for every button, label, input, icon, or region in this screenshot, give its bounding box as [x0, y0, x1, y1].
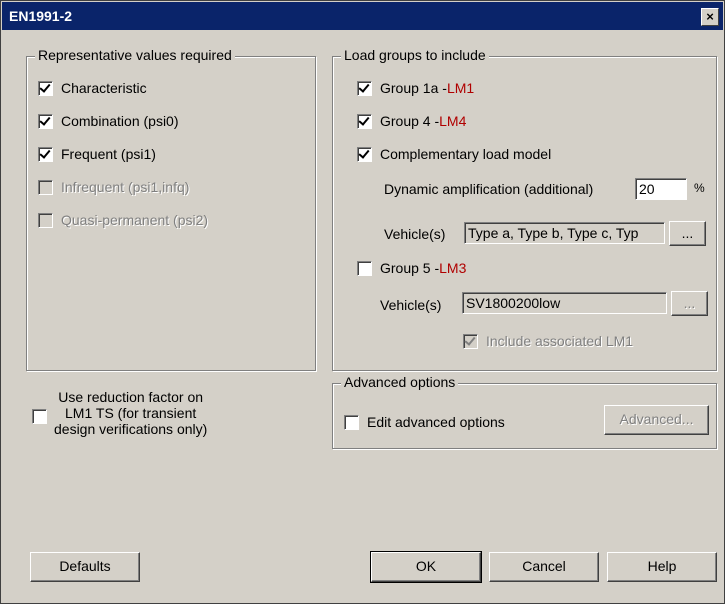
complementary-checkbox[interactable]: Complementary load model [357, 146, 551, 162]
reduction-factor-line1: Use reduction factor on [58, 389, 204, 405]
infrequent-label: Infrequent (psi1,infq) [61, 179, 190, 195]
reduction-factor-checkbox[interactable] [32, 409, 55, 424]
group-4-checkbox[interactable]: Group 4 - LM4 [357, 113, 466, 129]
vehicles-browse-button-group4[interactable]: ... [669, 221, 706, 246]
include-lm1-label: Include associated LM1 [486, 333, 634, 349]
group-5-model: LM3 [439, 260, 467, 276]
group-1a-prefix: Group 1a - [380, 80, 447, 96]
checkbox-checked-icon[interactable] [357, 113, 372, 129]
vehicles-label-group5: Vehicle(s) [380, 297, 442, 313]
quasi-permanent-label: Quasi-permanent (psi2) [61, 212, 209, 228]
combination-checkbox[interactable]: Combination (psi0) [38, 113, 179, 129]
combination-label: Combination (psi0) [61, 113, 179, 129]
frequent-label: Frequent (psi1) [61, 146, 156, 162]
vehicles-field-group5[interactable]: SV1800200low [462, 292, 667, 314]
advanced-options-legend: Advanced options [341, 374, 459, 390]
checkbox-checked-disabled-icon [463, 333, 478, 349]
checkbox-disabled-icon [38, 212, 53, 228]
checkbox-unchecked-icon[interactable] [344, 414, 359, 430]
dialog-window: EN1991-2 × Representative values require… [0, 0, 725, 604]
group-5-checkbox[interactable]: Group 5 - LM3 [357, 260, 466, 276]
edit-advanced-label: Edit advanced options [367, 414, 505, 430]
close-button[interactable]: × [701, 8, 719, 26]
include-lm1-checkbox: Include associated LM1 [463, 333, 633, 349]
advanced-button[interactable]: Advanced... [604, 405, 709, 435]
checkbox-checked-icon[interactable] [38, 113, 53, 129]
representative-values-legend: Representative values required [35, 47, 235, 63]
cancel-button[interactable]: Cancel [489, 552, 599, 582]
vehicles-field-group4[interactable]: Type a, Type b, Type c, Typ [464, 222, 665, 244]
group-1a-checkbox[interactable]: Group 1a - LM1 [357, 80, 474, 96]
ok-button[interactable]: OK [370, 551, 482, 583]
checkbox-checked-icon[interactable] [357, 80, 372, 96]
dynamic-amplification-label: Dynamic amplification (additional) [384, 181, 594, 197]
vehicles-browse-button-group5[interactable]: ... [671, 291, 708, 316]
checkbox-checked-icon[interactable] [357, 146, 372, 162]
dynamic-amplification-input[interactable]: 20 [635, 178, 687, 200]
title-bar[interactable]: EN1991-2 × [2, 2, 723, 30]
group-4-model: LM4 [439, 113, 467, 129]
reduction-factor-line2: LM1 TS (for transient [65, 405, 197, 421]
group-1a-model: LM1 [446, 80, 475, 96]
frequent-checkbox[interactable]: Frequent (psi1) [38, 146, 156, 162]
vehicles-label-group4: Vehicle(s) [384, 226, 446, 242]
group-4-prefix: Group 4 - [380, 113, 440, 129]
checkbox-unchecked-icon[interactable] [32, 409, 47, 424]
complementary-label: Complementary load model [380, 146, 552, 162]
quasi-permanent-checkbox: Quasi-permanent (psi2) [38, 212, 208, 228]
load-groups-legend: Load groups to include [341, 47, 489, 63]
edit-advanced-checkbox[interactable]: Edit advanced options [344, 414, 505, 430]
help-button[interactable]: Help [607, 552, 717, 582]
characteristic-checkbox[interactable]: Characteristic [38, 80, 147, 96]
infrequent-checkbox: Infrequent (psi1,infq) [38, 179, 189, 195]
defaults-button[interactable]: Defaults [30, 552, 140, 582]
group-5-prefix: Group 5 - [380, 260, 440, 276]
checkbox-unchecked-icon[interactable] [357, 260, 372, 276]
characteristic-label: Characteristic [61, 80, 147, 96]
checkbox-checked-icon[interactable] [38, 146, 53, 162]
window-title: EN1991-2 [9, 8, 73, 24]
reduction-factor-label: Use reduction factor on LM1 TS (for tran… [54, 389, 207, 437]
checkbox-disabled-icon [38, 179, 53, 195]
percent-unit: % [694, 181, 705, 195]
reduction-factor-line3: design verifications only) [54, 421, 208, 437]
load-groups-group: Load groups to include [332, 47, 717, 371]
close-icon: × [706, 9, 714, 24]
checkbox-checked-icon[interactable] [38, 80, 53, 96]
